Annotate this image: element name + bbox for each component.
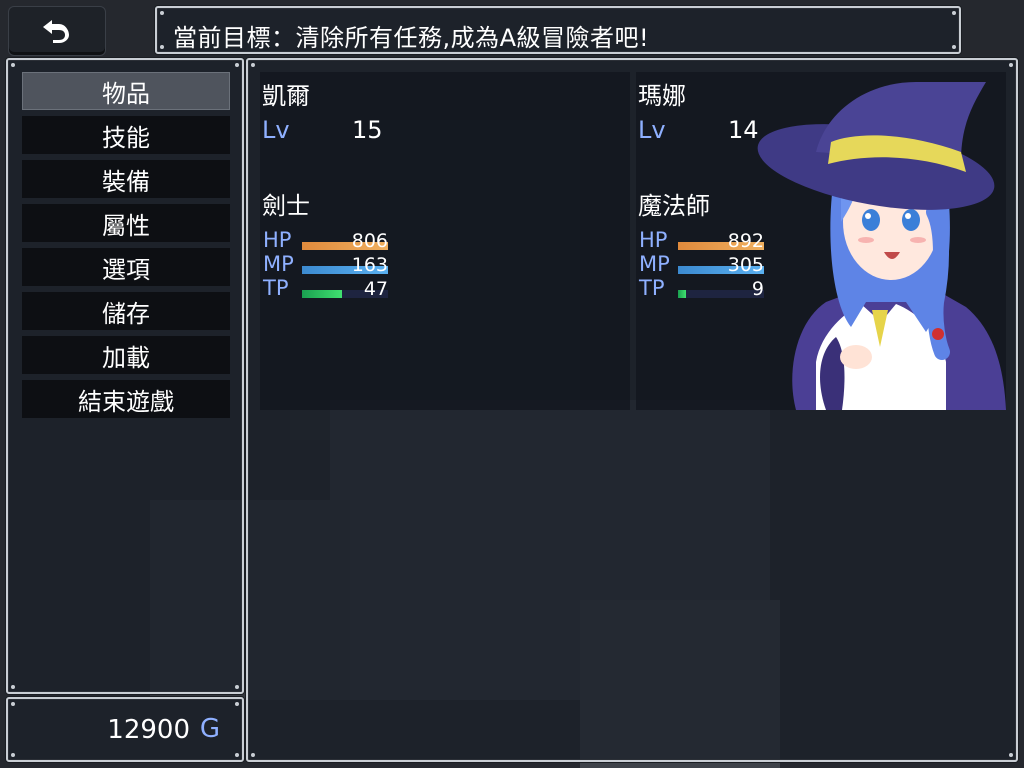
menu-item-status[interactable]: 屬性: [22, 204, 230, 242]
command-menu: 物品 技能 裝備 屬性 選項 儲存 加載 結束遊戲: [6, 58, 244, 694]
tp-label: TP: [263, 276, 289, 300]
level-value: 14: [728, 116, 759, 144]
menu-item-load[interactable]: 加載: [22, 336, 230, 374]
gold-value: 12900: [107, 715, 190, 745]
objective-text: 當前目標：清除所有任務,成為A級冒險者吧!: [173, 24, 650, 52]
level-value: 15: [352, 116, 383, 144]
menu-item-save[interactable]: 儲存: [22, 292, 230, 330]
witch-portrait: [757, 82, 1006, 410]
hp-value: 806: [351, 230, 388, 252]
menu-item-equip[interactable]: 裝備: [22, 160, 230, 198]
actor-card[interactable]: 凱爾 Lv 15 劍士 HP 806 MP 163 TP 47: [260, 72, 630, 410]
mp-label: MP: [263, 252, 294, 276]
hp-value: 892: [727, 230, 764, 252]
level-label: Lv: [262, 116, 290, 144]
menu-item-items[interactable]: 物品: [22, 72, 230, 110]
gold-window: 12900 G: [6, 697, 244, 762]
actor-name: 凱爾: [262, 82, 310, 110]
gold-unit: G: [199, 714, 220, 744]
menu-item-game-end[interactable]: 結束遊戲: [22, 380, 230, 418]
level-label: Lv: [638, 116, 666, 144]
tp-value: 9: [751, 278, 764, 300]
actor-card[interactable]: 瑪娜 Lv 14 魔法師 HP 892 MP 305 TP 9: [636, 72, 1006, 410]
actor-class: 劍士: [262, 192, 310, 220]
objective-window: 當前目標：清除所有任務,成為A級冒險者吧!: [155, 6, 961, 54]
hp-label: HP: [639, 228, 668, 252]
return-arrow-icon: [43, 20, 69, 43]
tp-value: 47: [363, 278, 388, 300]
actor-class: 魔法師: [638, 192, 710, 220]
status-window: 凱爾 Lv 15 劍士 HP 806 MP 163 TP 47 瑪娜 Lv 14…: [246, 58, 1018, 762]
hp-label: HP: [263, 228, 292, 252]
menu-item-skills[interactable]: 技能: [22, 116, 230, 154]
tp-label: TP: [639, 276, 665, 300]
mp-value: 163: [351, 254, 388, 276]
mp-label: MP: [639, 252, 670, 276]
actor-name: 瑪娜: [638, 82, 686, 110]
tp-gauge-fill: [678, 290, 686, 298]
menu-item-options[interactable]: 選項: [22, 248, 230, 286]
mp-value: 305: [727, 254, 764, 276]
back-button[interactable]: [8, 6, 106, 56]
